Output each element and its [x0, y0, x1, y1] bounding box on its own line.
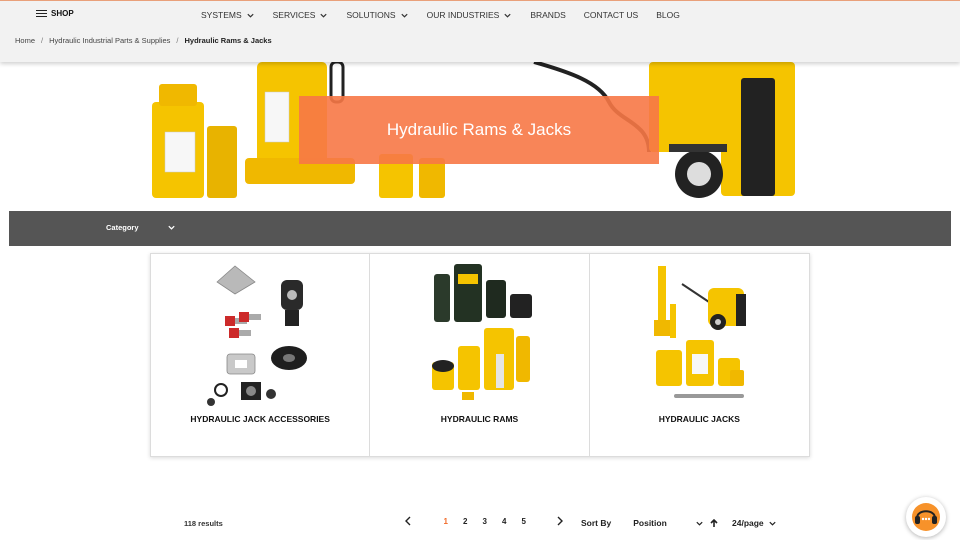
per-page-select[interactable]: 24/page — [732, 518, 777, 528]
sort-label: Sort By — [581, 518, 612, 528]
nav-label: BLOG — [656, 10, 680, 20]
category-banner: Hydraulic Rams & Jacks — [9, 62, 951, 200]
nav-contact-us[interactable]: CONTACT US — [584, 10, 638, 20]
chevron-down-icon — [769, 521, 776, 526]
chevron-down-icon — [320, 13, 328, 18]
prev-page-button[interactable] — [402, 514, 414, 528]
nav-services[interactable]: SERVICES — [273, 10, 329, 20]
filter-bar: Category — [9, 211, 951, 246]
nav-label: BRANDS — [530, 10, 566, 20]
nav-solutions[interactable]: SOLUTIONS — [346, 10, 408, 20]
nav-blog[interactable]: BLOG — [656, 10, 680, 20]
breadcrumb-separator: / — [176, 36, 179, 45]
chevron-right-icon — [557, 516, 563, 526]
chat-support-button[interactable] — [906, 497, 946, 537]
product-card-jack-accessories[interactable]: HYDRAULIC JACK ACCESSORIES — [151, 254, 371, 456]
breadcrumb-parent[interactable]: Hydraulic Industrial Parts & Supplies — [49, 36, 170, 45]
sort-value: Position — [633, 518, 667, 528]
banner-title: Hydraulic Rams & Jacks — [386, 120, 572, 139]
chevron-down-icon — [696, 521, 703, 526]
breadcrumb-current: Hydraulic Rams & Jacks — [184, 36, 272, 45]
results-count: 118 results — [184, 519, 223, 528]
hamburger-icon — [36, 9, 47, 18]
product-image — [432, 264, 533, 400]
product-name: HYDRAULIC JACK ACCESSORIES — [190, 414, 330, 424]
nav-brands[interactable]: BRANDS — [530, 10, 565, 20]
banner-title-box: Hydraulic Rams & Jacks — [299, 96, 659, 164]
next-page-button[interactable] — [554, 514, 566, 528]
main-nav: SYSTEMS SERVICES SOLUTIONS OUR INDUSTRIE… — [201, 10, 698, 20]
product-name: HYDRAULIC RAMS — [440, 414, 519, 424]
nav-label: SOLUTIONS — [346, 10, 396, 20]
sort-control: Sort By Position — [581, 518, 718, 528]
nav-label: SYSTEMS — [201, 10, 242, 20]
site-header: SHOP SYSTEMS SERVICES SOLUTIONS OUR INDU… — [0, 0, 960, 62]
product-card-hydraulic-rams[interactable]: HYDRAULIC RAMS — [370, 254, 590, 456]
chevron-down-icon — [247, 13, 254, 18]
arrow-up-icon[interactable] — [710, 518, 718, 528]
breadcrumb-home[interactable]: Home — [15, 36, 35, 45]
shop-menu-button[interactable]: SHOP — [36, 9, 74, 18]
chevron-down-icon — [504, 13, 511, 18]
nav-our-industries[interactable]: OUR INDUSTRIES — [427, 10, 513, 20]
page-5-button[interactable]: 5 — [514, 517, 534, 526]
page-4-button[interactable]: 4 — [495, 517, 515, 526]
category-filter-dropdown[interactable]: Category — [106, 223, 176, 232]
product-image — [653, 266, 746, 398]
page-2-button[interactable]: 2 — [456, 517, 476, 526]
page-3-button[interactable]: 3 — [475, 517, 495, 526]
product-name: HYDRAULIC JACKS — [658, 414, 740, 424]
product-grid: HYDRAULIC JACK ACCESSORIES HYDRAULIC RAM… — [150, 253, 810, 457]
chevron-down-icon — [400, 13, 408, 18]
category-filter-label: Category — [106, 223, 139, 232]
nav-label: OUR INDUSTRIES — [426, 10, 500, 20]
pagination: 1 2 3 4 5 — [402, 514, 566, 528]
breadcrumb-separator: / — [41, 36, 44, 45]
product-card-hydraulic-jacks[interactable]: HYDRAULIC JACKS — [590, 254, 809, 456]
page-1-button[interactable]: 1 — [436, 517, 456, 526]
shop-label: SHOP — [51, 9, 74, 18]
nav-label: CONTACT US — [583, 10, 639, 20]
per-page-value: 24/page — [732, 518, 764, 528]
headset-chat-icon — [912, 503, 940, 531]
nav-label: SERVICES — [272, 10, 316, 20]
nav-systems[interactable]: SYSTEMS — [201, 10, 255, 20]
chevron-left-icon — [405, 516, 411, 526]
product-image — [207, 265, 307, 406]
breadcrumb: Home / Hydraulic Industrial Parts & Supp… — [15, 36, 272, 45]
sort-select[interactable]: Position — [633, 518, 704, 528]
chevron-down-icon — [167, 225, 175, 230]
